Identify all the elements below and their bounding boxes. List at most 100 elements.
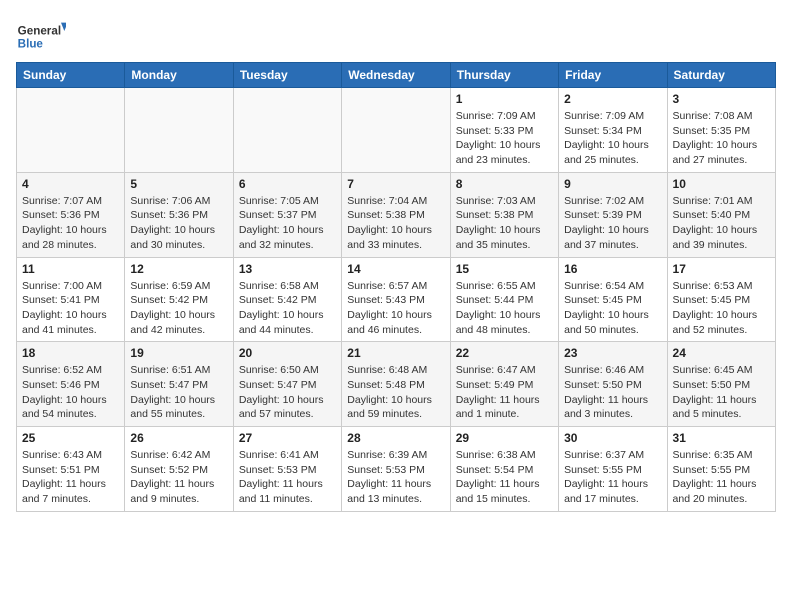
day-cell: 13Sunrise: 6:58 AMSunset: 5:42 PMDayligh…	[233, 257, 341, 342]
day-cell: 30 Sunrise: 6:37 AMSunset: 5:55 PMDayligh…	[559, 427, 667, 512]
day-info: Sunrise: 6:37 AMSunset: 5:55 PMDaylight:…	[564, 448, 661, 507]
day-info: Sunrise: 6:43 AMSunset: 5:51 PMDaylight:…	[22, 448, 119, 507]
day-number: 3	[673, 92, 770, 106]
day-number: 1	[456, 92, 553, 106]
day-cell	[17, 88, 125, 173]
weekday-header-saturday: Saturday	[667, 63, 775, 88]
day-number: 16	[564, 262, 661, 276]
day-cell: 24Sunrise: 6:45 AMSunset: 5:50 PMDayligh…	[667, 342, 775, 427]
day-number: 14	[347, 262, 444, 276]
day-cell: 26 Sunrise: 6:42 AMSunset: 5:52 PMDayligh…	[125, 427, 233, 512]
day-number: 23	[564, 346, 661, 360]
logo: General Blue	[16, 16, 66, 56]
header: General Blue	[16, 16, 776, 56]
day-cell: 28 Sunrise: 6:39 AMSunset: 5:53 PMDayligh…	[342, 427, 450, 512]
week-row-4: 18Sunrise: 6:52 AMSunset: 5:46 PMDayligh…	[17, 342, 776, 427]
day-info: Sunrise: 7:06 AMSunset: 5:36 PMDaylight:…	[130, 194, 227, 253]
weekday-header-monday: Monday	[125, 63, 233, 88]
day-number: 30	[564, 431, 661, 445]
day-number: 8	[456, 177, 553, 191]
day-number: 31	[673, 431, 770, 445]
day-info: Sunrise: 7:07 AMSunset: 5:36 PMDaylight:…	[22, 194, 119, 253]
day-info: Sunrise: 7:09 AMSunset: 5:34 PMDaylight:…	[564, 109, 661, 168]
day-number: 17	[673, 262, 770, 276]
day-number: 28	[347, 431, 444, 445]
day-number: 10	[673, 177, 770, 191]
day-cell: 4Sunrise: 7:07 AMSunset: 5:36 PMDaylight…	[17, 172, 125, 257]
weekday-header-thursday: Thursday	[450, 63, 558, 88]
day-number: 6	[239, 177, 336, 191]
weekday-header-wednesday: Wednesday	[342, 63, 450, 88]
day-cell: 31 Sunrise: 6:35 AMSunset: 5:55 PMDayligh…	[667, 427, 775, 512]
day-info: Sunrise: 6:53 AMSunset: 5:45 PMDaylight:…	[673, 279, 770, 338]
day-cell: 17 Sunrise: 6:53 AMSunset: 5:45 PMDayligh…	[667, 257, 775, 342]
logo-svg: General Blue	[16, 16, 66, 56]
day-info: Sunrise: 7:09 AMSunset: 5:33 PMDaylight:…	[456, 109, 553, 168]
day-info: Sunrise: 6:55 AMSunset: 5:44 PMDaylight:…	[456, 279, 553, 338]
weekday-header-sunday: Sunday	[17, 63, 125, 88]
day-number: 29	[456, 431, 553, 445]
day-number: 9	[564, 177, 661, 191]
day-cell: 9 Sunrise: 7:02 AMSunset: 5:39 PMDaylight…	[559, 172, 667, 257]
day-number: 2	[564, 92, 661, 106]
day-number: 18	[22, 346, 119, 360]
day-info: Sunrise: 6:54 AMSunset: 5:45 PMDaylight:…	[564, 279, 661, 338]
day-info: Sunrise: 6:51 AMSunset: 5:47 PMDaylight:…	[130, 363, 227, 422]
day-info: Sunrise: 6:57 AMSunset: 5:43 PMDaylight:…	[347, 279, 444, 338]
day-number: 21	[347, 346, 444, 360]
day-number: 22	[456, 346, 553, 360]
day-info: Sunrise: 6:39 AMSunset: 5:53 PMDaylight:…	[347, 448, 444, 507]
day-info: Sunrise: 7:02 AMSunset: 5:39 PMDaylight:…	[564, 194, 661, 253]
day-info: Sunrise: 6:42 AMSunset: 5:52 PMDaylight:…	[130, 448, 227, 507]
day-cell: 6Sunrise: 7:05 AMSunset: 5:37 PMDaylight…	[233, 172, 341, 257]
day-number: 5	[130, 177, 227, 191]
day-number: 27	[239, 431, 336, 445]
day-info: Sunrise: 7:08 AMSunset: 5:35 PMDaylight:…	[673, 109, 770, 168]
day-cell: 18Sunrise: 6:52 AMSunset: 5:46 PMDayligh…	[17, 342, 125, 427]
day-cell: 2 Sunrise: 7:09 AMSunset: 5:34 PMDaylight…	[559, 88, 667, 173]
day-cell: 23 Sunrise: 6:46 AMSunset: 5:50 PMDayligh…	[559, 342, 667, 427]
day-cell: 7 Sunrise: 7:04 AMSunset: 5:38 PMDaylight…	[342, 172, 450, 257]
day-info: Sunrise: 7:03 AMSunset: 5:38 PMDaylight:…	[456, 194, 553, 253]
day-cell: 5 Sunrise: 7:06 AMSunset: 5:36 PMDaylight…	[125, 172, 233, 257]
day-cell: 20Sunrise: 6:50 AMSunset: 5:47 PMDayligh…	[233, 342, 341, 427]
day-cell: 11 Sunrise: 7:00 AMSunset: 5:41 PMDayligh…	[17, 257, 125, 342]
day-cell: 12 Sunrise: 6:59 AMSunset: 5:42 PMDayligh…	[125, 257, 233, 342]
day-cell: 16 Sunrise: 6:54 AMSunset: 5:45 PMDayligh…	[559, 257, 667, 342]
day-cell	[233, 88, 341, 173]
day-cell: 14 Sunrise: 6:57 AMSunset: 5:43 PMDayligh…	[342, 257, 450, 342]
day-info: Sunrise: 7:00 AMSunset: 5:41 PMDaylight:…	[22, 279, 119, 338]
day-cell: 25 Sunrise: 6:43 AMSunset: 5:51 PMDayligh…	[17, 427, 125, 512]
day-cell: 22 Sunrise: 6:47 AMSunset: 5:49 PMDayligh…	[450, 342, 558, 427]
week-row-2: 4Sunrise: 7:07 AMSunset: 5:36 PMDaylight…	[17, 172, 776, 257]
day-info: Sunrise: 6:46 AMSunset: 5:50 PMDaylight:…	[564, 363, 661, 422]
day-cell: 19 Sunrise: 6:51 AMSunset: 5:47 PMDayligh…	[125, 342, 233, 427]
week-row-5: 25 Sunrise: 6:43 AMSunset: 5:51 PMDayligh…	[17, 427, 776, 512]
day-info: Sunrise: 6:48 AMSunset: 5:48 PMDaylight:…	[347, 363, 444, 422]
day-cell: 10 Sunrise: 7:01 AMSunset: 5:40 PMDayligh…	[667, 172, 775, 257]
weekday-header-tuesday: Tuesday	[233, 63, 341, 88]
weekday-header-friday: Friday	[559, 63, 667, 88]
day-info: Sunrise: 6:59 AMSunset: 5:42 PMDaylight:…	[130, 279, 227, 338]
day-info: Sunrise: 6:58 AMSunset: 5:42 PMDaylight:…	[239, 279, 336, 338]
day-info: Sunrise: 6:50 AMSunset: 5:47 PMDaylight:…	[239, 363, 336, 422]
header-row: SundayMondayTuesdayWednesdayThursdayFrid…	[17, 63, 776, 88]
day-info: Sunrise: 7:01 AMSunset: 5:40 PMDaylight:…	[673, 194, 770, 253]
day-info: Sunrise: 6:41 AMSunset: 5:53 PMDaylight:…	[239, 448, 336, 507]
day-number: 12	[130, 262, 227, 276]
day-number: 25	[22, 431, 119, 445]
day-number: 19	[130, 346, 227, 360]
day-cell: 15Sunrise: 6:55 AMSunset: 5:44 PMDayligh…	[450, 257, 558, 342]
day-cell: 27 Sunrise: 6:41 AMSunset: 5:53 PMDayligh…	[233, 427, 341, 512]
week-row-1: 1 Sunrise: 7:09 AMSunset: 5:33 PMDaylight…	[17, 88, 776, 173]
day-cell: 8 Sunrise: 7:03 AMSunset: 5:38 PMDaylight…	[450, 172, 558, 257]
day-info: Sunrise: 6:47 AMSunset: 5:49 PMDaylight:…	[456, 363, 553, 422]
day-cell: 21 Sunrise: 6:48 AMSunset: 5:48 PMDayligh…	[342, 342, 450, 427]
day-info: Sunrise: 7:04 AMSunset: 5:38 PMDaylight:…	[347, 194, 444, 253]
day-number: 26	[130, 431, 227, 445]
day-number: 7	[347, 177, 444, 191]
day-info: Sunrise: 6:35 AMSunset: 5:55 PMDaylight:…	[673, 448, 770, 507]
svg-text:Blue: Blue	[18, 38, 44, 51]
day-cell: 3 Sunrise: 7:08 AMSunset: 5:35 PMDaylight…	[667, 88, 775, 173]
day-number: 11	[22, 262, 119, 276]
